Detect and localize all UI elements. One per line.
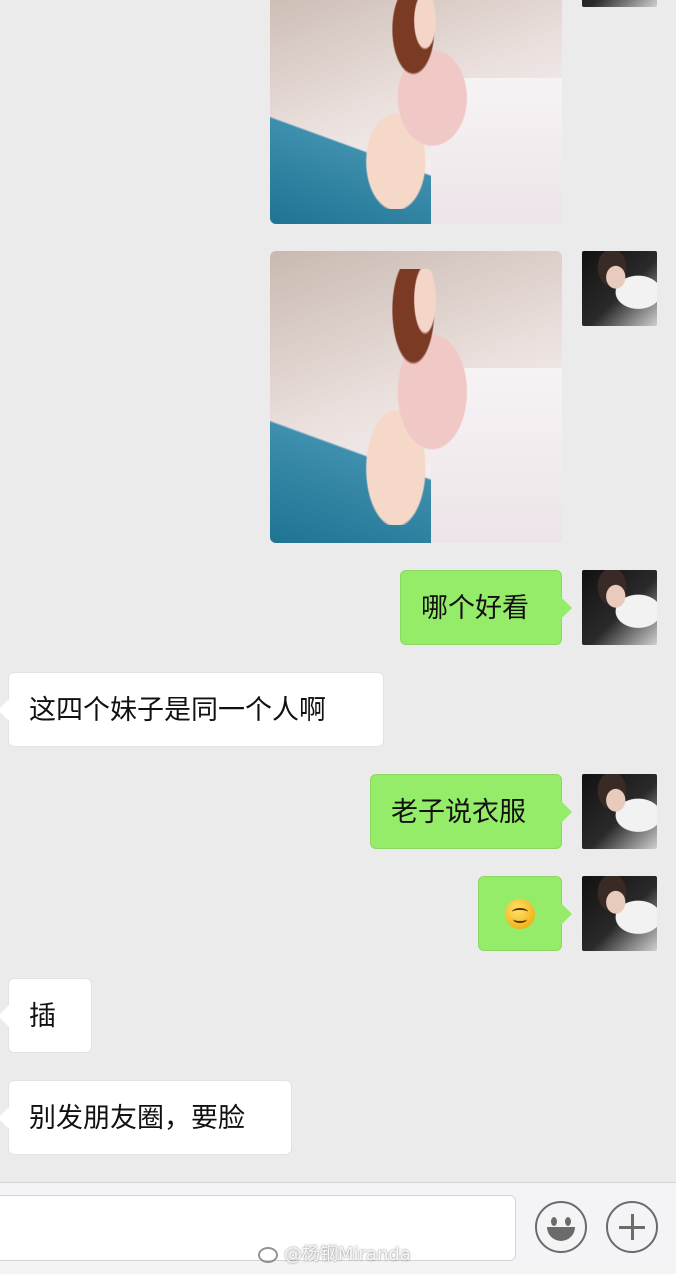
chat-area[interactable]: 哪个好看 这四个妹子是同一个人啊 老子说衣服 插 别发朋友圈，要脸	[0, 0, 676, 1182]
smile-emoji-icon	[505, 898, 535, 929]
smile-icon	[547, 1227, 575, 1241]
watermark-text: @杨钢Miranda	[284, 1244, 411, 1265]
user-avatar[interactable]	[582, 876, 657, 951]
photo-subject	[351, 0, 498, 210]
message-bubble-sent[interactable]	[478, 876, 572, 951]
weibo-icon	[258, 1247, 278, 1263]
user-avatar[interactable]	[582, 0, 657, 7]
user-avatar[interactable]	[582, 570, 657, 645]
message-bubble-received[interactable]: 别发朋友圈，要脸	[0, 1080, 292, 1155]
smile-icon	[565, 1217, 571, 1226]
photo-subject	[351, 268, 498, 526]
message-bubble-sent[interactable]: 哪个好看	[400, 570, 572, 645]
message-bubble-received[interactable]: 插	[0, 978, 92, 1053]
watermark: @杨钢Miranda	[258, 1240, 411, 1266]
image-message[interactable]	[270, 251, 562, 543]
plus-icon	[631, 1214, 634, 1240]
emoji-button[interactable]	[535, 1201, 587, 1253]
user-avatar[interactable]	[582, 774, 657, 849]
image-message[interactable]	[270, 0, 562, 224]
message-bubble-sent[interactable]: 老子说衣服	[370, 774, 572, 849]
user-avatar[interactable]	[582, 251, 657, 326]
more-button[interactable]	[606, 1201, 658, 1253]
smile-icon	[551, 1217, 557, 1226]
message-bubble-received[interactable]: 这四个妹子是同一个人啊	[0, 672, 384, 747]
